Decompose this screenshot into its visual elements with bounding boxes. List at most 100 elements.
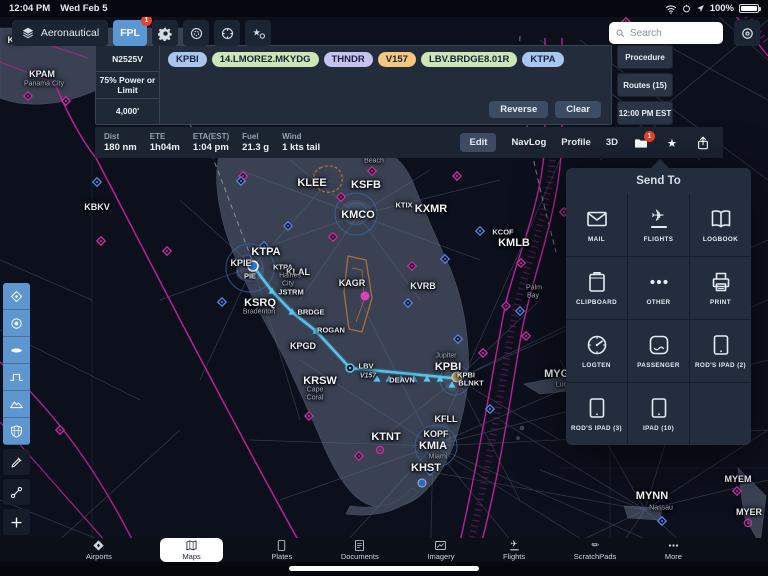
send-to-title: Send To xyxy=(566,168,751,194)
share-button[interactable] xyxy=(695,135,711,151)
fpl-button[interactable]: FPL 1 xyxy=(113,15,152,46)
send-to-item-label: CLIPBOARD xyxy=(575,299,618,306)
profile-view-button[interactable]: Profile xyxy=(561,137,591,148)
map-tool-waypoint-diamond[interactable] xyxy=(3,283,30,310)
send-to-item[interactable]: OTHER xyxy=(628,257,689,319)
favorite-route-button[interactable]: ★ xyxy=(664,135,680,151)
route-segment-pill[interactable]: V157 xyxy=(377,52,416,67)
route-pill-row: KPBI 14.LMORE2.MKYDG THNDR V157 LBV.BRDGE8.0… xyxy=(168,52,564,67)
star-icon: ★ xyxy=(667,136,677,150)
map-tool-plus[interactable] xyxy=(3,509,30,535)
power-setting-cell[interactable]: 75% Power or Limit xyxy=(96,72,159,99)
map-marker-mf[interactable] xyxy=(360,291,370,301)
clock-text: 12:04 PM xyxy=(9,3,51,14)
send-to-item[interactable]: CLIPBOARD xyxy=(566,257,627,319)
tab-scratchpads[interactable]: ✏ ScratchPads xyxy=(574,539,617,561)
route-segment-pill[interactable]: 14.LMORE2.MKYDG xyxy=(211,52,319,67)
map-tool-route-connect[interactable] xyxy=(3,479,30,505)
send-to-item[interactable]: ROD'S IPAD (3) xyxy=(566,383,627,445)
actions-group: Edit NavLog Profile 3D 1 ★ xyxy=(460,130,723,152)
svg-text:★: ★ xyxy=(252,28,260,39)
map-tool-profile-wave[interactable] xyxy=(3,364,30,391)
star-gear-icon: ★ xyxy=(252,28,266,39)
route-segment-pill[interactable]: LBV.BRDGE8.01R xyxy=(420,52,518,67)
map-tool-rings[interactable] xyxy=(3,310,30,337)
stat-item: ETE 1h04m xyxy=(149,131,180,153)
tab-flights[interactable]: ✈ Flights xyxy=(503,539,525,561)
route-editor-area[interactable]: KPBI 14.LMORE2.MKYDG THNDR V157 LBV.BRDGE8.0… xyxy=(160,46,611,124)
weather-dial-button[interactable] xyxy=(183,20,209,46)
route-side-button[interactable]: 12:00 PM EST xyxy=(617,101,673,125)
target-button[interactable] xyxy=(214,20,240,46)
send-to-item[interactable]: MAIL xyxy=(566,194,627,256)
tab-label: More xyxy=(664,552,682,561)
map-marker-bc[interactable] xyxy=(417,478,427,488)
logbook-icon xyxy=(709,207,733,231)
svg-text:✈: ✈ xyxy=(651,207,664,225)
favorites-settings-button[interactable]: ★ xyxy=(245,20,271,46)
tab-documents[interactable]: Documents xyxy=(341,539,379,561)
route-segment-pill[interactable]: KTPA xyxy=(522,52,564,67)
settings-gear-button[interactable] xyxy=(152,20,178,46)
tablet-icon xyxy=(585,396,609,420)
route-segment-pill[interactable]: KPBI xyxy=(168,52,207,67)
aircraft-id-cell[interactable]: N2525V xyxy=(96,46,159,73)
tab-label: Airports xyxy=(86,552,112,561)
flight-plan-panel: N2525V 75% Power or Limit 4,000' KPBI 14.… xyxy=(95,45,612,125)
map-marker-lbv[interactable] xyxy=(345,363,355,373)
send-to-item[interactable]: PASSENGER xyxy=(628,320,689,382)
more-icon xyxy=(667,539,680,552)
send-to-item[interactable]: PRINT xyxy=(690,257,751,319)
route-segment-pill[interactable]: THNDR xyxy=(323,52,373,67)
stat-item: Wind 1 kts tail xyxy=(282,131,321,153)
send-to-item[interactable]: IPAD (10) xyxy=(628,383,689,445)
tablet-icon xyxy=(647,396,671,420)
layers-icon xyxy=(21,26,35,40)
flight-stats-bar: Dist 180 nm ETE 1h04m ETA(EST) 1:04 pm Fuel 21.… xyxy=(95,127,723,158)
search-placeholder: Search xyxy=(630,27,662,39)
home-indicator[interactable] xyxy=(289,566,479,571)
tab-label: Flights xyxy=(503,552,526,561)
send-to-item[interactable]: ROD'S IPAD (2) xyxy=(690,320,751,382)
3d-view-button[interactable]: 3D xyxy=(606,137,618,148)
route-side-button[interactable]: Procedure xyxy=(617,45,673,69)
clear-route-button[interactable]: Clear xyxy=(555,101,601,118)
plates-icon xyxy=(275,539,288,552)
tab-maps[interactable]: Maps xyxy=(160,538,223,562)
route-side-button[interactable]: Routes (15) xyxy=(617,73,673,97)
tab-label: Documents xyxy=(340,552,379,561)
tab-plates[interactable]: Plates xyxy=(271,539,292,561)
send-to-item[interactable]: ✈ FLIGHTS xyxy=(628,194,689,256)
send-to-item[interactable]: LOGBOOK xyxy=(690,194,751,256)
reverse-route-button[interactable]: Reverse xyxy=(489,101,549,118)
tab-imagery[interactable]: Imagery xyxy=(427,539,454,561)
edit-button[interactable]: Edit xyxy=(460,133,497,152)
send-to-item[interactable]: LOGTEN xyxy=(566,320,627,382)
stats-group: Dist 180 nm ETE 1h04m ETA(EST) 1:04 pm Fuel 21.… xyxy=(95,132,320,154)
map-tool-terrain[interactable] xyxy=(3,391,30,418)
map-layers-button[interactable]: Aeronautical xyxy=(12,20,108,46)
search-input[interactable]: Search xyxy=(609,22,723,44)
send-to-item-label: OTHER xyxy=(646,299,671,306)
send-to-item-label: PASSENGER xyxy=(637,362,680,369)
navlog-button[interactable]: NavLog xyxy=(511,137,546,148)
ios-status-bar: 12:04 PM Wed Feb 5 100% xyxy=(0,0,768,17)
flights-icon: ✈ xyxy=(647,207,671,231)
other-icon xyxy=(647,270,671,294)
map-marker-org[interactable] xyxy=(247,260,259,272)
tab-label: Imagery xyxy=(427,552,455,561)
map-marker-dest[interactable] xyxy=(451,371,463,383)
altitude-cell[interactable]: 4,000' xyxy=(96,99,159,124)
map-tool-annotate-pen[interactable] xyxy=(3,449,30,475)
top-toolbar: Aeronautical FPL 1 ★ Search xyxy=(12,15,760,46)
map-tool-lens[interactable] xyxy=(3,337,30,364)
send-to-item-label: IPAD (10) xyxy=(642,425,675,432)
send-to-item-label: FLIGHTS xyxy=(643,236,674,243)
profile-button[interactable] xyxy=(734,20,760,46)
map-tool-shield-grid[interactable] xyxy=(3,418,30,445)
tab-label: Plates xyxy=(271,552,293,561)
pack-button[interactable]: 1 xyxy=(633,130,655,151)
tab-more[interactable]: More xyxy=(665,539,682,561)
send-to-empty-cell xyxy=(690,383,751,445)
tab-airports[interactable]: Airports xyxy=(86,539,112,561)
